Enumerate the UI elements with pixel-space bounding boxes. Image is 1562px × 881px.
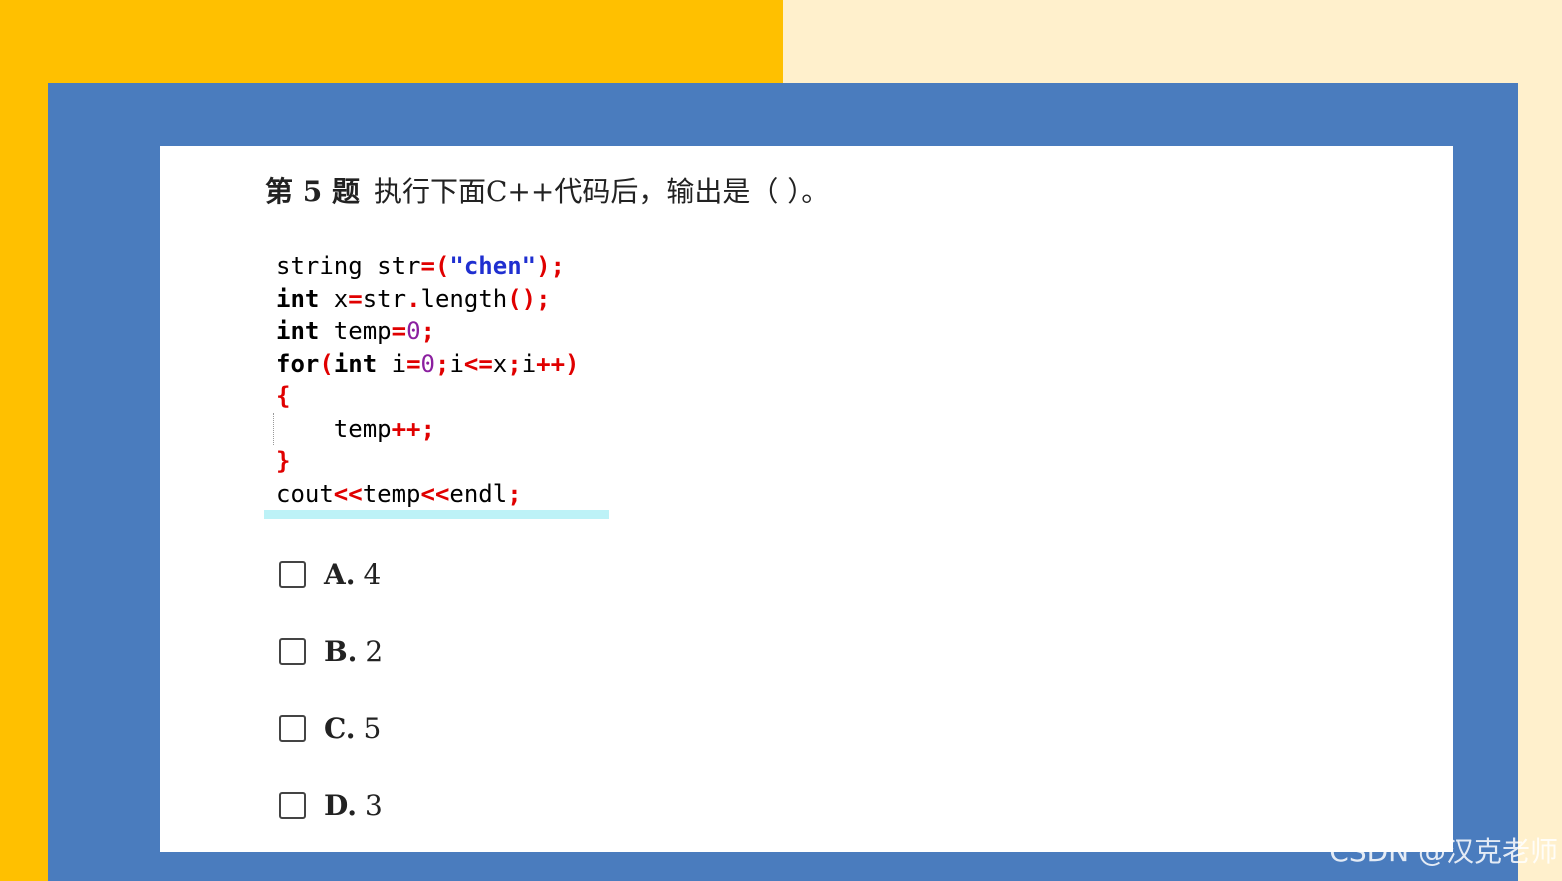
code-keyword: int bbox=[276, 284, 320, 313]
code-token: "chen" bbox=[449, 252, 537, 280]
code-token: i bbox=[521, 349, 537, 378]
code-token: cout bbox=[276, 479, 334, 508]
code-number: 0 bbox=[406, 317, 421, 345]
code-line-3: int temp=0; bbox=[276, 315, 580, 348]
code-token: ++; bbox=[391, 414, 435, 443]
code-keyword: for bbox=[276, 349, 320, 378]
code-token: x bbox=[492, 349, 508, 378]
code-token: << bbox=[420, 479, 450, 508]
code-token: temp bbox=[276, 414, 392, 443]
option-d[interactable]: D. 3 bbox=[279, 789, 383, 822]
code-token: ; bbox=[507, 349, 522, 378]
code-line-6: temp++; bbox=[276, 413, 580, 446]
checkbox-icon[interactable] bbox=[279, 715, 306, 742]
option-b[interactable]: B. 2 bbox=[279, 635, 383, 668]
code-line-4: for(int i=0;i<=x;i++) bbox=[276, 348, 580, 381]
code-token: . bbox=[406, 284, 421, 313]
code-token: x bbox=[319, 284, 349, 313]
option-value: 3 bbox=[365, 789, 383, 822]
question-card: 第 5 题执行下面C++代码后，输出是（ ）。 string str=("che… bbox=[160, 146, 1453, 852]
code-token: =( bbox=[420, 252, 450, 280]
code-token: = bbox=[406, 349, 421, 378]
question-number: 第 5 题 bbox=[265, 175, 360, 208]
watermark: CSDN @汉克老师 bbox=[1329, 835, 1558, 868]
option-value: 5 bbox=[363, 712, 382, 745]
option-letter: C. bbox=[324, 712, 356, 745]
code-token: <= bbox=[463, 349, 493, 378]
question-text: 执行下面C++代码后，输出是（ ）。 bbox=[373, 175, 830, 208]
checkbox-icon[interactable] bbox=[279, 638, 306, 665]
code-line-1: string str=("chen"); bbox=[276, 250, 580, 283]
code-token: ; bbox=[507, 479, 522, 508]
checkbox-icon[interactable] bbox=[279, 561, 306, 588]
code-token: = bbox=[348, 284, 363, 313]
option-letter: D. bbox=[324, 789, 358, 822]
checkbox-icon[interactable] bbox=[279, 792, 306, 819]
code-underline bbox=[264, 510, 609, 519]
option-value: 4 bbox=[363, 558, 382, 591]
indent-guide bbox=[273, 413, 275, 445]
code-line-5: { bbox=[276, 380, 580, 413]
code-number: 0 bbox=[420, 349, 435, 378]
code-token: length bbox=[420, 284, 508, 313]
code-token: ); bbox=[536, 252, 566, 280]
option-value: 2 bbox=[365, 635, 384, 668]
code-token: } bbox=[276, 447, 291, 475]
code-token: ( bbox=[319, 349, 334, 378]
code-token: i bbox=[449, 349, 464, 378]
code-keyword: int bbox=[333, 349, 378, 378]
code-token: str bbox=[362, 284, 407, 313]
code-token: temp bbox=[319, 317, 392, 345]
question-title: 第 5 题执行下面C++代码后，输出是（ ）。 bbox=[265, 170, 829, 210]
code-token: string str bbox=[276, 252, 421, 280]
option-c[interactable]: C. 5 bbox=[279, 712, 381, 745]
option-a[interactable]: A. 4 bbox=[279, 558, 381, 591]
code-token: i bbox=[377, 349, 407, 378]
code-token: ; bbox=[434, 349, 450, 378]
code-token: ; bbox=[420, 317, 435, 345]
code-token: ++) bbox=[536, 349, 580, 378]
code-block: string str=("chen"); int x=str.length();… bbox=[273, 250, 580, 511]
option-letter: A. bbox=[324, 558, 356, 591]
code-token: << bbox=[333, 479, 363, 508]
code-token: { bbox=[276, 382, 291, 410]
code-token: endl bbox=[449, 479, 508, 508]
code-token: = bbox=[391, 317, 407, 345]
code-line-8: cout<<temp<<endl; bbox=[276, 478, 580, 511]
code-keyword: int bbox=[276, 317, 320, 345]
option-letter: B. bbox=[324, 635, 358, 668]
code-line-7: } bbox=[276, 445, 580, 478]
code-token: temp bbox=[362, 479, 421, 508]
code-token: (); bbox=[507, 284, 551, 313]
code-line-2: int x=str.length(); bbox=[276, 283, 580, 316]
